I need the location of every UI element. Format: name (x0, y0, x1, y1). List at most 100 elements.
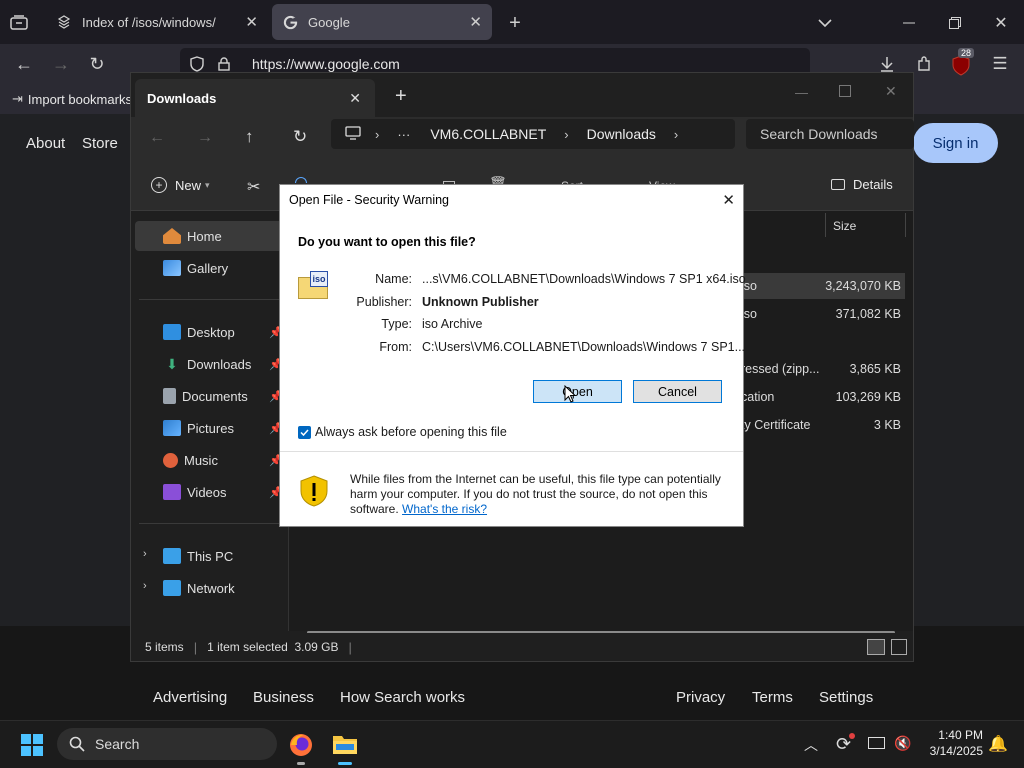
about-link[interactable]: About (26, 135, 65, 152)
extensions-icon[interactable] (913, 53, 935, 75)
show-hidden-icons-chevron-icon[interactable]: ︿ (804, 735, 818, 755)
details-pane-icon (831, 179, 845, 190)
details-view-icon[interactable] (867, 639, 885, 655)
nav-label: Network (187, 580, 235, 596)
file-type: ty Certificate (741, 418, 811, 432)
tab-list-icon[interactable] (8, 12, 30, 34)
nav-label: Documents (182, 388, 248, 404)
warning-shield-icon (300, 475, 328, 507)
sign-in-button[interactable]: Sign in (913, 123, 998, 163)
file-size: 3,243,070 KB (825, 279, 901, 293)
nav-label: Videos (187, 484, 227, 500)
breadcrumb-downloads[interactable]: Downloads (587, 126, 656, 142)
column-divider (825, 213, 826, 237)
divider (139, 299, 281, 300)
breadcrumb-ellipsis[interactable]: ··· (397, 127, 410, 142)
nav-this-pc[interactable]: This PC (135, 541, 285, 571)
how-search-works-link[interactable]: How Search works (340, 689, 465, 706)
volume-muted-icon[interactable]: 🔇 (894, 735, 911, 752)
ublock-icon[interactable]: 28 (950, 48, 975, 78)
nav-gallery[interactable]: Gallery (135, 253, 285, 283)
url-text: https://www.google.com (252, 56, 400, 72)
dialog-body: Do you want to open this file? iso Name:… (280, 215, 746, 451)
import-bookmarks-label: Import bookmarks (27, 91, 132, 107)
size-column-header[interactable]: Size (833, 219, 856, 233)
back-arrow-icon[interactable]: ← (149, 129, 165, 147)
taskbar-search-box[interactable]: Search (57, 728, 277, 760)
open-button[interactable]: Open (533, 380, 622, 403)
forward-arrow-icon[interactable]: → (49, 53, 73, 75)
nav-home[interactable]: Home (135, 221, 285, 251)
close-icon[interactable]: ✕ (722, 191, 735, 209)
reload-icon[interactable]: ↻ (85, 53, 109, 75)
terms-link[interactable]: Terms (752, 689, 793, 706)
details-label: Details (853, 177, 893, 192)
iso-badge: iso (310, 271, 328, 287)
google-icon (282, 14, 298, 30)
new-tab-icon[interactable]: + (504, 12, 526, 34)
clock[interactable]: 1:40 PM 3/14/2025 (915, 727, 983, 759)
tiles-view-icon[interactable] (891, 639, 907, 655)
new-button[interactable]: + New ▾ (151, 177, 210, 193)
search-downloads-input[interactable]: Search Downloads (746, 119, 914, 149)
minimize-icon[interactable]: — (795, 85, 808, 100)
close-window-icon[interactable]: ✕ (885, 83, 897, 100)
refresh-icon[interactable]: ↻ (293, 127, 307, 147)
whats-the-risk-link[interactable]: What's the risk? (402, 502, 487, 516)
page-icon (56, 14, 72, 30)
search-icon (69, 736, 85, 752)
details-button[interactable]: Details (831, 177, 893, 192)
advertising-link[interactable]: Advertising (153, 689, 227, 706)
tab-google[interactable]: Google ✕ (272, 4, 492, 40)
maximize-icon[interactable] (839, 85, 851, 97)
settings-link[interactable]: Settings (819, 689, 873, 706)
close-window-icon[interactable]: ✕ (990, 12, 1012, 34)
address-bar[interactable]: › ··· VM6.COLLABNET › Downloads › (331, 119, 735, 149)
file-explorer-taskbar-icon[interactable] (332, 732, 358, 765)
alert-dot (849, 733, 855, 739)
nav-desktop[interactable]: Desktop 📌 (135, 317, 285, 347)
import-bookmarks-button[interactable]: ⇥ Import bookmarks (12, 90, 132, 108)
windows-start-icon[interactable] (21, 734, 43, 756)
copy-icon[interactable] (295, 177, 307, 183)
business-link[interactable]: Business (253, 689, 314, 706)
cancel-button[interactable]: Cancel (633, 380, 722, 403)
new-tab-icon[interactable]: + (395, 85, 407, 108)
chevron-down-icon[interactable] (814, 12, 836, 34)
close-tab-icon[interactable]: ✕ (349, 90, 361, 107)
nav-music[interactable]: Music 📌 (135, 445, 285, 475)
cut-icon[interactable]: ✂ (247, 177, 260, 197)
menu-icon[interactable]: ☰ (989, 53, 1011, 75)
privacy-link[interactable]: Privacy (676, 689, 725, 706)
close-tab-icon[interactable]: ✕ (245, 13, 258, 31)
explorer-tab[interactable]: Downloads ✕ (135, 79, 375, 117)
nav-network[interactable]: Network (135, 573, 285, 603)
breadcrumb-vm6[interactable]: VM6.COLLABNET (430, 126, 546, 142)
nav-downloads[interactable]: ⬇ Downloads 📌 (135, 349, 285, 379)
minimize-icon[interactable] (898, 12, 920, 34)
explorer-address-row: ← → ↑ ↻ › ··· VM6.COLLABNET › Downloads … (131, 117, 914, 163)
nav-pictures[interactable]: Pictures 📌 (135, 413, 285, 443)
browser-tab-bar: Index of /isos/windows/ ✕ Google ✕ + ✕ (0, 0, 1024, 44)
nav-documents[interactable]: Documents 📌 (135, 381, 285, 411)
back-arrow-icon[interactable]: ← (12, 53, 36, 75)
close-tab-icon[interactable]: ✕ (469, 13, 482, 31)
firefox-icon[interactable] (288, 732, 314, 765)
network-status-icon[interactable] (868, 737, 885, 749)
gallery-icon (163, 260, 181, 276)
chevron-right-icon: › (564, 126, 569, 142)
notification-bell-icon[interactable]: 🔔 (988, 734, 1008, 754)
pictures-icon (163, 420, 181, 436)
status-bar: 5 items | 1 item selected 3.09 GB | (131, 633, 913, 661)
dialog-title: Open File - Security Warning (289, 193, 450, 207)
time: 1:40 PM (938, 728, 983, 742)
store-link[interactable]: Store (82, 135, 118, 152)
forward-arrow-icon[interactable]: → (197, 129, 213, 147)
always-ask-checkbox[interactable]: Always ask before opening this file (298, 425, 507, 439)
up-arrow-icon[interactable]: ↑ (245, 127, 254, 147)
tab-index-of-isos[interactable]: Index of /isos/windows/ ✕ (46, 4, 268, 40)
nav-label: Pictures (187, 420, 234, 436)
restore-icon[interactable] (944, 12, 966, 34)
nav-videos[interactable]: Videos 📌 (135, 477, 285, 507)
status-divider: | (348, 639, 352, 655)
